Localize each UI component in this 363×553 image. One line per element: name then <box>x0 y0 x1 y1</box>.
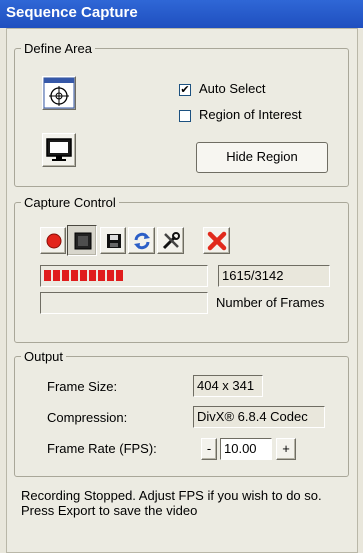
record-button[interactable] <box>40 227 66 254</box>
save-button[interactable] <box>100 227 126 254</box>
frame-size-value: 404 x 341 <box>193 375 263 397</box>
progress-segment <box>80 270 87 281</box>
fps-input[interactable]: 10.00 <box>220 438 272 460</box>
progress-segment <box>107 270 114 281</box>
auto-select-label[interactable]: Auto Select <box>199 81 266 96</box>
close-button[interactable] <box>203 227 230 254</box>
frame-counter: 1615/3142 <box>218 265 330 287</box>
monitor-icon <box>46 138 72 165</box>
capture-control-legend: Capture Control <box>24 195 116 210</box>
status-message: Recording Stopped. Adjust FPS if you wis… <box>21 488 322 518</box>
fps-increment-button[interactable]: + <box>276 438 296 460</box>
settings-button[interactable] <box>157 227 184 254</box>
frames-progress-bar <box>40 292 208 314</box>
stop-button[interactable] <box>67 225 97 256</box>
record-icon <box>46 233 62 252</box>
tools-icon <box>161 231 181 254</box>
number-of-frames-label: Number of Frames <box>216 295 325 310</box>
define-area-legend: Define Area <box>24 41 92 56</box>
main-panel: Define Area ✔ Auto Select Region of Inte… <box>6 28 358 553</box>
select-area-icon <box>43 77 75 109</box>
output-legend: Output <box>24 349 64 364</box>
fps-decrement-button[interactable]: - <box>201 438 217 460</box>
save-icon <box>106 233 122 252</box>
frame-rate-label: Frame Rate (FPS): <box>47 441 157 456</box>
progress-segment <box>116 270 123 281</box>
compression-label: Compression: <box>47 410 128 425</box>
frame-size-label: Frame Size: <box>47 379 118 394</box>
stop-icon <box>74 232 92 253</box>
select-area-button[interactable] <box>42 76 76 110</box>
full-screen-button[interactable] <box>42 133 76 167</box>
progress-segment <box>44 270 51 281</box>
progress-fill <box>44 270 207 281</box>
progress-segment <box>53 270 60 281</box>
compression-value: DivX® 6.8.4 Codec <box>193 406 325 428</box>
hide-region-button[interactable]: Hide Region <box>196 142 328 173</box>
close-icon <box>207 231 227 254</box>
refresh-icon <box>132 231 152 254</box>
progress-segment <box>62 270 69 281</box>
region-of-interest-label[interactable]: Region of Interest <box>199 107 302 122</box>
progress-segment <box>71 270 78 281</box>
window-title: Sequence Capture <box>0 0 363 28</box>
refresh-button[interactable] <box>128 227 155 254</box>
checkmark-icon: ✔ <box>180 84 190 96</box>
auto-select-checkbox[interactable]: ✔ <box>179 84 191 96</box>
capture-progress-bar <box>40 265 208 287</box>
progress-segment <box>98 270 105 281</box>
progress-segment <box>89 270 96 281</box>
region-of-interest-checkbox[interactable] <box>179 110 191 122</box>
